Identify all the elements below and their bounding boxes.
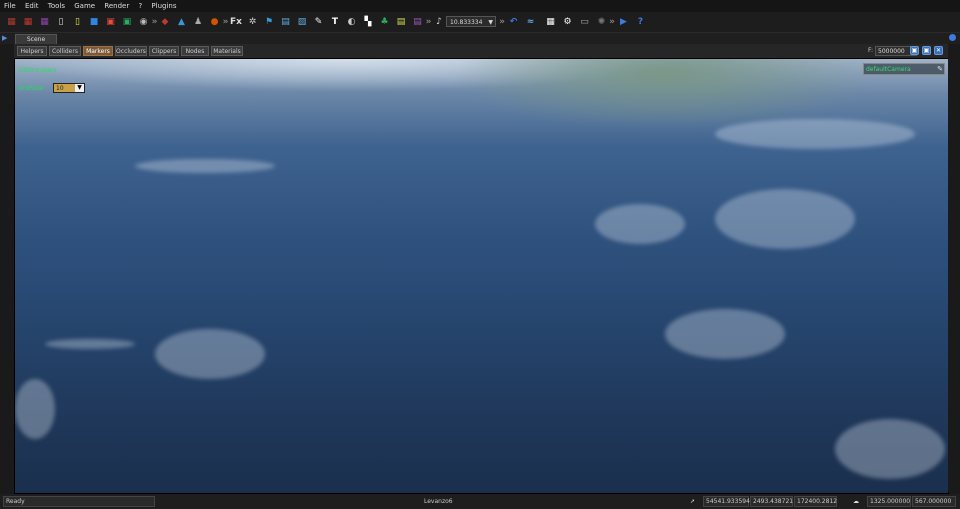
- monitor-icon[interactable]: ▭: [578, 15, 591, 28]
- coord-x: 54541.933594: [703, 496, 750, 507]
- open-scene-icon[interactable]: ▦: [22, 15, 35, 28]
- menu-file[interactable]: File: [0, 0, 19, 12]
- gridsize-select[interactable]: 10 ▼: [53, 83, 85, 93]
- cloud-icon: ☁: [853, 498, 859, 505]
- scene-name: Levanzo6: [424, 498, 453, 505]
- undo-icon[interactable]: ↶: [507, 15, 520, 28]
- open-file-icon[interactable]: ▯: [71, 15, 84, 28]
- terrain-icon[interactable]: ▲: [175, 15, 188, 28]
- scene-viewport[interactable]: 5000 meters GridSize: 10 ▼ defaultCamera…: [14, 58, 949, 494]
- import-icon[interactable]: ▣: [121, 15, 134, 28]
- status-message: Ready: [3, 496, 155, 507]
- globe-icon[interactable]: ◐: [345, 15, 358, 28]
- panel-toggle-icon[interactable]: [949, 34, 956, 41]
- more-icon[interactable]: »: [426, 15, 432, 28]
- frame-select[interactable]: 10.833334 ▼: [446, 16, 496, 27]
- menu-help[interactable]: ?: [134, 0, 145, 12]
- menu-edit[interactable]: Edit: [21, 0, 42, 12]
- more-icon[interactable]: »: [152, 15, 158, 28]
- menu-tools[interactable]: Tools: [44, 0, 68, 12]
- sphere-icon[interactable]: ●: [208, 15, 221, 28]
- frame-select-value: 10.833334: [450, 19, 483, 26]
- filter-materials[interactable]: Materials: [211, 46, 243, 56]
- menu-bar: File Edit Tools Game Render ? Plugins: [0, 0, 960, 12]
- cursor-icon: ➚: [690, 498, 696, 505]
- chevron-down-icon: ▼: [488, 19, 493, 26]
- tree-icon[interactable]: ♣: [378, 15, 391, 28]
- menu-render[interactable]: Render: [100, 0, 132, 12]
- viewport-width: 1325.000000: [867, 496, 911, 507]
- far-label: F:: [868, 47, 874, 54]
- more-icon[interactable]: »: [499, 15, 505, 28]
- camera-select[interactable]: defaultCamera ✎: [863, 63, 945, 75]
- cube-icon[interactable]: ◆: [159, 15, 172, 28]
- sound-icon[interactable]: ♪: [433, 15, 446, 28]
- document-icon[interactable]: ▤: [279, 15, 292, 28]
- distance-readout: 5000 meters: [18, 67, 57, 74]
- gridsize-label: GridSize:: [18, 85, 45, 92]
- more-icon[interactable]: »: [609, 15, 615, 28]
- close-icon[interactable]: ✕: [934, 46, 943, 55]
- filter-helpers[interactable]: Helpers: [17, 46, 47, 56]
- flag-icon[interactable]: ⚑: [263, 15, 276, 28]
- coord-y: 2493.438721: [750, 496, 793, 507]
- status-bar: Ready Levanzo6 ➚ 54541.933594 2493.43872…: [0, 494, 960, 509]
- help-icon[interactable]: ?: [634, 15, 647, 28]
- pin-icon[interactable]: ✎: [937, 64, 943, 75]
- gridsize-value: 10: [56, 85, 64, 92]
- right-strip: [948, 44, 960, 492]
- note-icon[interactable]: ✎: [312, 15, 325, 28]
- filter-markers[interactable]: Markers: [83, 46, 113, 56]
- tab-row: Scene: [0, 33, 960, 45]
- wheel-icon[interactable]: ✲: [246, 15, 259, 28]
- image-icon[interactable]: ▨: [296, 15, 309, 28]
- filter-colliders[interactable]: Colliders: [49, 46, 81, 56]
- character-icon[interactable]: ♟: [192, 15, 205, 28]
- text-icon[interactable]: T: [329, 15, 342, 28]
- save-scene-icon[interactable]: ▦: [38, 15, 51, 28]
- filter-nodes[interactable]: Nodes: [181, 46, 209, 56]
- new-scene-icon[interactable]: ▦: [5, 15, 18, 28]
- main-toolbar: 10.833334 ▼ ▦ ▦ ▦ ▯ ▯ ■ ▣ ▣ ◉» ◆ ▲ ♟ ●» Fx ✲ ⚑ ▤ ▨ ✎ T ◐ ▚ ♣ ▤ ▤…: [0, 12, 960, 33]
- viewport-height: 567.000000: [912, 496, 956, 507]
- sun-icon[interactable]: ✺: [595, 15, 608, 28]
- play-icon[interactable]: ▶: [617, 15, 630, 28]
- view-icon[interactable]: ▣: [910, 46, 919, 55]
- filter-occluders[interactable]: Occluders: [115, 46, 147, 56]
- grid-icon[interactable]: ▦: [544, 15, 557, 28]
- disc-icon[interactable]: ◉: [137, 15, 150, 28]
- coord-z: 172400.2812: [794, 496, 837, 507]
- filter-bar: Helpers Colliders Markers Occluders Clip…: [14, 44, 952, 58]
- camera-icon[interactable]: ▣: [922, 46, 931, 55]
- chevron-down-icon: ▼: [75, 84, 84, 92]
- more-icon[interactable]: »: [223, 15, 229, 28]
- menu-plugins[interactable]: Plugins: [147, 0, 179, 12]
- export-icon[interactable]: ▣: [104, 15, 117, 28]
- checker-icon[interactable]: ▚: [362, 15, 375, 28]
- camera-name: defaultCamera: [866, 66, 911, 73]
- wave-icon[interactable]: ≈: [524, 15, 537, 28]
- menu-game[interactable]: Game: [70, 0, 98, 12]
- fx-icon[interactable]: Fx: [230, 15, 243, 28]
- filter-clippers[interactable]: Clippers: [149, 46, 179, 56]
- script-icon[interactable]: ▤: [395, 15, 408, 28]
- save-file-icon[interactable]: ■: [88, 15, 101, 28]
- new-file-icon[interactable]: ▯: [55, 15, 68, 28]
- gear-icon[interactable]: ⚙: [561, 15, 574, 28]
- page-icon[interactable]: ▤: [411, 15, 424, 28]
- expand-left-icon[interactable]: ▶: [2, 34, 7, 42]
